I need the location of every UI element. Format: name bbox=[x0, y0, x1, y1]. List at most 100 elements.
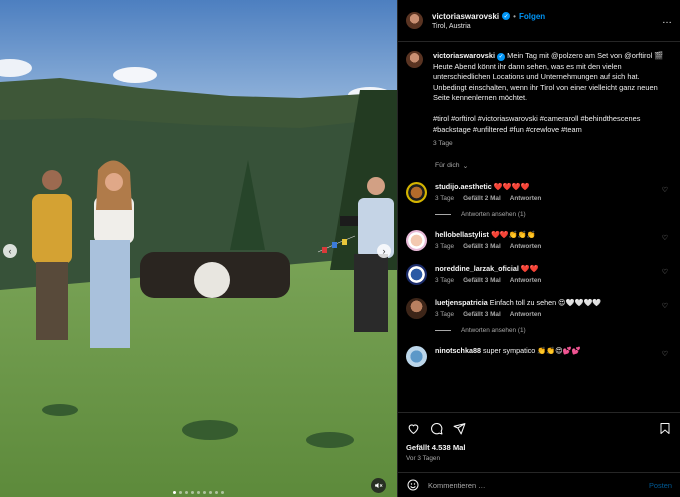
verified-badge-icon: ✓ bbox=[497, 53, 506, 62]
author-info: victoriaswarovski ✓ • Folgen Tirol, Aust… bbox=[432, 12, 662, 30]
chevron-left-icon: ‹ bbox=[8, 245, 12, 256]
comment-item: noreddine_larzak_oficial ❤️❤️ 3 Tage Gefäl… bbox=[406, 263, 672, 286]
caption-username[interactable]: victoriaswarovski bbox=[433, 51, 495, 60]
comment-like-button[interactable]: ♡ bbox=[662, 302, 668, 310]
previous-slide-button[interactable]: ‹ bbox=[3, 244, 17, 258]
comment-username[interactable]: luetjenspatricia bbox=[435, 298, 488, 307]
comment-username[interactable]: hellobellastylist bbox=[435, 230, 489, 239]
bookmark-icon bbox=[660, 422, 670, 434]
comment-text: ❤️❤️❤️❤️ bbox=[493, 181, 530, 191]
video-frame bbox=[0, 0, 397, 497]
comment-username[interactable]: ninotschka88 bbox=[435, 346, 481, 355]
avatar[interactable] bbox=[406, 297, 427, 319]
reply-button[interactable]: Antworten bbox=[510, 242, 542, 252]
view-replies-button[interactable]: Antworten ansehen (1) bbox=[435, 327, 672, 334]
comment-button[interactable] bbox=[429, 421, 443, 435]
comment-likes[interactable]: Gefällt 3 Mal bbox=[463, 276, 501, 286]
heart-icon bbox=[408, 423, 418, 434]
emoji-button[interactable] bbox=[406, 478, 420, 492]
avatar[interactable] bbox=[406, 181, 427, 203]
comment-item: luetjenspatricia Einfach toll zu sehen 😍… bbox=[406, 297, 672, 334]
comment-username[interactable]: studijo.aesthetic bbox=[435, 182, 492, 191]
carousel-dot bbox=[191, 491, 194, 494]
more-options-icon[interactable]: … bbox=[662, 15, 672, 26]
view-replies-label: Antworten ansehen (1) bbox=[461, 326, 526, 334]
send-icon bbox=[453, 422, 465, 434]
carousel-dot bbox=[203, 491, 206, 494]
post-dialog: ‹ › victoriaswarovski ✓ • Folgen Tirol, … bbox=[0, 0, 680, 497]
carousel-dot bbox=[215, 491, 218, 494]
follow-button[interactable]: Folgen bbox=[519, 12, 545, 21]
reply-button[interactable]: Antworten bbox=[510, 194, 542, 204]
heart-icon: ♡ bbox=[661, 186, 668, 194]
comment-like-button[interactable]: ♡ bbox=[662, 350, 668, 358]
comment-text: ❤️❤️👏👏👏 bbox=[490, 229, 536, 239]
post-date: Vor 3 Tagen bbox=[406, 455, 440, 462]
view-replies-label: Antworten ansehen (1) bbox=[461, 210, 526, 218]
avatar[interactable] bbox=[406, 51, 423, 68]
caption-time: 3 Tage bbox=[433, 140, 453, 148]
verified-badge-icon: ✓ bbox=[502, 12, 511, 20]
avatar[interactable] bbox=[406, 263, 427, 285]
comment-likes[interactable]: Gefällt 3 Mal bbox=[463, 242, 501, 252]
avatar[interactable] bbox=[406, 229, 427, 251]
share-button[interactable] bbox=[452, 421, 466, 435]
next-slide-button[interactable]: › bbox=[377, 244, 391, 258]
avatar[interactable] bbox=[406, 12, 423, 29]
post-actions: Gefällt 4.538 Mal Vor 3 Tagen bbox=[398, 412, 680, 469]
comment-composer: Posten bbox=[398, 472, 680, 497]
avatar[interactable] bbox=[406, 345, 427, 367]
comments-scroll-area[interactable]: victoriaswarovski ✓ Mein Tag mit @polzer… bbox=[398, 43, 680, 411]
post-header: victoriaswarovski ✓ • Folgen Tirol, Aust… bbox=[398, 0, 680, 42]
comment-time: 3 Tage bbox=[435, 194, 455, 202]
comment-text: ❤️❤️ bbox=[520, 263, 539, 273]
chevron-right-icon: › bbox=[382, 245, 386, 256]
post-sidebar: victoriaswarovski ✓ • Folgen Tirol, Aust… bbox=[397, 0, 680, 497]
like-button[interactable] bbox=[406, 421, 420, 435]
heart-icon: ♡ bbox=[661, 234, 668, 242]
comment-like-button[interactable]: ♡ bbox=[662, 268, 668, 276]
caption-hashtags[interactable]: #tirol #orftirol #victoriaswarovski #cam… bbox=[433, 114, 672, 135]
separator: • bbox=[513, 11, 516, 21]
comment-input[interactable] bbox=[428, 480, 649, 490]
comment-like-button[interactable]: ♡ bbox=[662, 234, 668, 242]
emoji-icon bbox=[407, 479, 419, 491]
comment-username[interactable]: noreddine_larzak_oficial bbox=[435, 264, 519, 273]
carousel-dot bbox=[185, 491, 188, 494]
comment-icon bbox=[430, 422, 442, 434]
chevron-down-icon: ⌄ bbox=[462, 162, 469, 170]
reply-button[interactable]: Antworten bbox=[510, 310, 542, 320]
comment-like-button[interactable]: ♡ bbox=[662, 186, 668, 194]
author-username[interactable]: victoriaswarovski bbox=[432, 12, 499, 21]
mute-button[interactable] bbox=[371, 478, 386, 493]
post-caption: victoriaswarovski ✓ Mein Tag mit @polzer… bbox=[406, 51, 672, 150]
for-you-label: Für dich bbox=[435, 162, 460, 170]
carousel-dot bbox=[197, 491, 200, 494]
carousel-dot bbox=[209, 491, 212, 494]
comment-item: ninotschka88 super sympatico 👏👏😍💕💕 ♡ bbox=[406, 345, 672, 367]
for-you-toggle[interactable]: Für dich ⌄ bbox=[435, 162, 672, 170]
carousel-dot bbox=[179, 491, 182, 494]
comment-likes[interactable]: Gefällt 2 Mal bbox=[463, 194, 501, 204]
post-media[interactable]: ‹ › bbox=[0, 0, 397, 497]
comment-text: super sympatico 👏👏😍💕💕 bbox=[482, 345, 581, 355]
comment-time: 3 Tage bbox=[435, 310, 455, 318]
speaker-muted-icon bbox=[375, 482, 383, 489]
like-count[interactable]: Gefällt 4.538 Mal bbox=[406, 443, 672, 452]
reply-button[interactable]: Antworten bbox=[510, 276, 542, 286]
post-comment-button[interactable]: Posten bbox=[649, 481, 672, 490]
divider bbox=[435, 213, 451, 215]
post-location[interactable]: Tirol, Austria bbox=[432, 23, 662, 30]
carousel-dot bbox=[173, 491, 176, 494]
comment-item: hellobellastylist ❤️❤️👏👏👏 3 Tage Gefällt 3… bbox=[406, 229, 672, 252]
save-button[interactable] bbox=[658, 421, 672, 435]
divider bbox=[435, 329, 451, 331]
comment-list: studijo.aesthetic ❤️❤️❤️❤️ 3 Tage Gefällt … bbox=[406, 181, 672, 367]
comment-likes[interactable]: Gefällt 3 Mal bbox=[463, 310, 501, 320]
carousel-indicator bbox=[0, 491, 397, 494]
comment-item: studijo.aesthetic ❤️❤️❤️❤️ 3 Tage Gefällt … bbox=[406, 181, 672, 218]
heart-icon: ♡ bbox=[661, 268, 668, 276]
heart-icon: ♡ bbox=[661, 350, 668, 358]
view-replies-button[interactable]: Antworten ansehen (1) bbox=[435, 211, 672, 218]
comment-time: 3 Tage bbox=[435, 242, 455, 250]
